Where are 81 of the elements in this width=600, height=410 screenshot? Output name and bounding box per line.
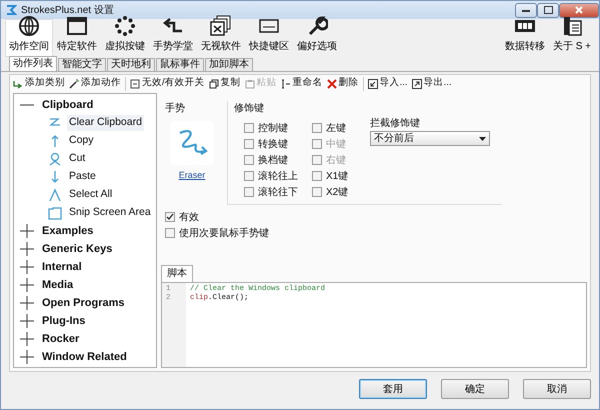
modifier-checkbox[interactable]: 滚轮往下: [244, 184, 312, 200]
modifier-checkbox[interactable]: 滚轮往上: [244, 168, 312, 184]
toolbar-action[interactable]: 无效/有效开关: [130, 76, 205, 91]
tree-category[interactable]: Window Related: [42, 348, 127, 366]
dialog-button[interactable]: 确定: [441, 379, 509, 399]
modifier-checkbox[interactable]: X1键: [312, 168, 370, 184]
minimize-button[interactable]: [515, 2, 537, 18]
window-icon: [66, 15, 88, 37]
tree-item[interactable]: Snip Screen Area: [67, 205, 153, 221]
maximize-icon: [544, 6, 552, 14]
tree-item[interactable]: Copy: [67, 133, 96, 149]
check-icon: [166, 213, 174, 221]
dotted-circle-icon: [114, 15, 136, 37]
intercept-dropdown[interactable]: 不分前后: [370, 131, 490, 146]
gesture-link[interactable]: Eraser: [178, 169, 206, 182]
toolbar-button[interactable]: 无视软件: [197, 19, 245, 57]
toolbar-action[interactable]: 复制: [208, 76, 241, 91]
tree-category[interactable]: Plug-Ins: [42, 312, 86, 330]
caret-icon: [479, 136, 486, 140]
tab[interactable]: 动作列表: [9, 56, 57, 71]
delete-icon: [326, 78, 337, 88]
copy-icon: [208, 78, 219, 88]
export-icon: [412, 78, 422, 88]
tree-category[interactable]: Examples: [42, 222, 94, 240]
script-tab[interactable]: 脚本: [161, 265, 193, 282]
tree-category[interactable]: Open Programs: [42, 294, 125, 312]
field-label: 拦截修饰键: [370, 116, 421, 131]
tree-category[interactable]: Internal: [42, 258, 82, 276]
close-button[interactable]: [559, 2, 599, 18]
toolbar-action[interactable]: 导出...: [412, 76, 452, 91]
toggle-icon: [130, 78, 140, 88]
tree-category[interactable]: Clipboard: [42, 96, 94, 114]
tree-item[interactable]: Select All: [67, 187, 114, 203]
toolbar-action[interactable]: 添加动作: [69, 76, 121, 91]
tree-item[interactable]: Cut: [67, 151, 88, 167]
modifier-checkbox[interactable]: 换档键: [244, 152, 312, 168]
app-logo-icon: [5, 4, 17, 16]
wand-icon: [69, 78, 79, 88]
toolbar-button[interactable]: 特定软件: [53, 19, 101, 57]
tree-category[interactable]: Generic Keys: [42, 240, 112, 258]
modifier-checkbox[interactable]: 左键: [312, 120, 370, 136]
tab[interactable]: 加卸脚本: [205, 58, 253, 71]
loop-stroke-icon: [48, 152, 62, 166]
globe-icon: [18, 15, 40, 37]
caret-stroke-icon: [48, 188, 62, 202]
modifier-checkbox[interactable]: 转换键: [244, 136, 312, 152]
tab[interactable]: 天时地利: [107, 58, 155, 71]
maximize-button[interactable]: [537, 2, 559, 18]
toolbar-action[interactable]: 导入...: [368, 76, 408, 91]
tree-item[interactable]: Paste: [67, 169, 98, 185]
import-icon: [368, 78, 378, 88]
stacked-windows-icon: [210, 15, 232, 37]
toolbar-action[interactable]: 添加类别: [13, 76, 65, 91]
tab[interactable]: 鼠标事件: [156, 58, 204, 71]
toolbar-button[interactable]: 关于 S +: [548, 19, 595, 57]
toolbar-button[interactable]: 数据转移: [500, 19, 549, 57]
paste-icon: [244, 78, 255, 88]
add-category-icon: [13, 78, 23, 88]
close-icon: [575, 6, 583, 14]
toolbar-button[interactable]: 偏好选项: [293, 19, 341, 57]
section-heading: 手势: [165, 102, 185, 116]
window-title: StrokesPlus.net 设置: [21, 4, 114, 18]
tree-category[interactable]: Rocker: [42, 330, 80, 348]
modifier-checkbox[interactable]: X2键: [312, 184, 370, 200]
dialog-button[interactable]: 取消: [523, 379, 591, 399]
toolbar-button[interactable]: 虚拟按键: [101, 19, 149, 57]
option-checkbox[interactable]: 有效: [165, 209, 587, 225]
tree-category[interactable]: Media: [42, 276, 74, 294]
toolbar-button[interactable]: 手势学堂: [149, 19, 197, 57]
toolbar-action[interactable]: 重命名: [280, 76, 323, 91]
option-checkbox[interactable]: 使用次要鼠标手势键: [165, 225, 587, 241]
tab[interactable]: 智能文字: [58, 58, 106, 71]
dialog-button[interactable]: 套用: [359, 379, 427, 399]
toolbar-action[interactable]: 删除: [326, 76, 359, 91]
minimize-icon: [522, 7, 530, 13]
tree-item[interactable]: Clear Clipboard: [67, 115, 144, 131]
toolbar-button[interactable]: 快捷键区: [245, 19, 293, 57]
rename-icon: [280, 78, 291, 88]
modifier-checkbox[interactable]: 控制键: [244, 120, 312, 136]
section-heading: 修饰键: [234, 102, 265, 116]
toolbar-button[interactable]: 动作空间: [5, 19, 53, 57]
